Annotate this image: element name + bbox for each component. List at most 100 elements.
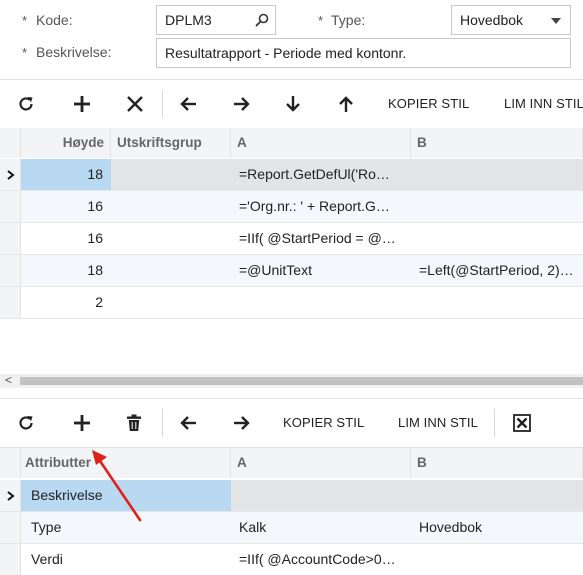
- excel-export-icon: [513, 414, 531, 432]
- cell-hoyde[interactable]: 16: [21, 191, 111, 222]
- plus-icon: [74, 96, 90, 112]
- row-selector[interactable]: [0, 512, 21, 543]
- cell-b[interactable]: =Left(@StartPeriod, 2)…: [411, 255, 583, 286]
- cell-b[interactable]: [411, 544, 583, 575]
- row-selector[interactable]: [0, 287, 21, 318]
- arrow-right-icon: [234, 97, 250, 111]
- row-selector[interactable]: [0, 159, 21, 190]
- column-header-b[interactable]: B: [411, 128, 583, 158]
- table-row[interactable]: 18 =@UnitText =Left(@StartPeriod, 2)…: [0, 255, 583, 287]
- cell-a[interactable]: =@UnitText: [231, 255, 411, 286]
- arrow-left-icon: [180, 416, 196, 430]
- row-selector[interactable]: [0, 191, 21, 222]
- cell-utskriftsgrup[interactable]: [111, 223, 231, 254]
- required-marker: *: [318, 13, 324, 28]
- toolbar-separator: [494, 409, 495, 437]
- table-row[interactable]: 2: [0, 287, 583, 319]
- column-header-utskriftsgrup[interactable]: Utskriftsgrup: [111, 128, 231, 158]
- refresh-button[interactable]: [14, 92, 38, 116]
- row-selector-header: [0, 128, 21, 158]
- move-left-button[interactable]: [176, 92, 200, 116]
- cancel-button[interactable]: [123, 92, 147, 116]
- cell-hoyde[interactable]: 18: [21, 159, 111, 190]
- type-value: Hovedbok: [460, 12, 524, 28]
- cell-utskriftsgrup[interactable]: [111, 255, 231, 286]
- row-selector[interactable]: [0, 255, 21, 286]
- cell-a[interactable]: =IIf( @AccountCode>0…: [231, 544, 411, 575]
- column-header-hoyde[interactable]: Høyde: [21, 128, 111, 158]
- beskrivelse-field[interactable]: Resultatrapport - Periode med kontonr.: [156, 38, 571, 68]
- move-right-button[interactable]: [230, 92, 254, 116]
- arrow-up-icon: [339, 96, 353, 112]
- table-row[interactable]: Verdi =IIf( @AccountCode>0…: [0, 544, 583, 575]
- cell-b[interactable]: Hovedbok: [411, 512, 583, 543]
- add-attribute-button[interactable]: [70, 411, 94, 435]
- kode-field[interactable]: DPLM3: [156, 5, 276, 35]
- cell-a[interactable]: [231, 287, 411, 318]
- beskrivelse-label: Beskrivelse:: [36, 44, 112, 60]
- move-right-button[interactable]: [230, 411, 254, 435]
- cell-utskriftsgrup[interactable]: [111, 159, 231, 190]
- horizontal-scrollbar[interactable]: <: [0, 373, 583, 388]
- type-select[interactable]: Hovedbok: [451, 5, 571, 35]
- trash-icon: [127, 414, 141, 431]
- cell-hoyde[interactable]: 2: [21, 287, 111, 318]
- table-row[interactable]: 18 =Report.GetDefUl('Ro…: [0, 159, 583, 191]
- column-header-a[interactable]: A: [231, 128, 411, 158]
- type-label: Type:: [331, 12, 366, 28]
- copy-style-button[interactable]: KOPIER STIL: [388, 96, 469, 111]
- cell-hoyde[interactable]: 18: [21, 255, 111, 286]
- cell-b[interactable]: [411, 159, 583, 190]
- column-header-a[interactable]: A: [231, 448, 411, 478]
- row-selector[interactable]: [0, 544, 21, 575]
- cell-b[interactable]: [411, 287, 583, 318]
- toolbar-separator: [162, 90, 163, 118]
- copy-style-button[interactable]: KOPIER STIL: [283, 415, 364, 430]
- beskrivelse-value: Resultatrapport - Periode med kontonr.: [165, 45, 407, 61]
- refresh-button[interactable]: [14, 411, 38, 435]
- scroll-left-button[interactable]: <: [5, 373, 12, 387]
- required-marker: *: [22, 13, 28, 28]
- move-down-button[interactable]: [281, 92, 305, 116]
- toolbar-separator: [162, 409, 163, 437]
- grid1-toolbar: KOPIER STIL LIM INN STIL: [0, 79, 583, 129]
- move-up-button[interactable]: [334, 92, 358, 116]
- cell-b[interactable]: [411, 480, 583, 511]
- cell-b[interactable]: [411, 191, 583, 222]
- paste-style-button[interactable]: LIM INN STIL: [398, 415, 478, 430]
- annotation-arrow: [92, 450, 142, 522]
- cell-hoyde[interactable]: 16: [21, 223, 111, 254]
- arrow-left-icon: [180, 97, 196, 111]
- export-excel-button[interactable]: [510, 411, 534, 435]
- cell-utskriftsgrup[interactable]: [111, 287, 231, 318]
- close-icon: [127, 96, 143, 112]
- row-selector[interactable]: [0, 480, 21, 511]
- column-header-b[interactable]: B: [411, 448, 583, 478]
- cell-a[interactable]: Kalk: [231, 512, 411, 543]
- cell-b[interactable]: [411, 223, 583, 254]
- paste-style-button[interactable]: LIM INN STIL: [504, 96, 583, 111]
- scrollbar-thumb[interactable]: [20, 377, 583, 385]
- delete-button[interactable]: [122, 411, 146, 435]
- add-button[interactable]: [70, 92, 94, 116]
- cell-a[interactable]: =Report.GetDefUl('Ro…: [231, 159, 411, 190]
- cell-utskriftsgrup[interactable]: [111, 191, 231, 222]
- cell-a[interactable]: =IIf( @StartPeriod = @…: [231, 223, 411, 254]
- kode-value: DPLM3: [165, 12, 212, 28]
- chevron-right-icon: [7, 491, 15, 501]
- move-left-button[interactable]: [176, 411, 200, 435]
- row-selector[interactable]: [0, 223, 21, 254]
- search-icon[interactable]: [255, 13, 269, 27]
- table-row[interactable]: 16 =IIf( @StartPeriod = @…: [0, 223, 583, 255]
- cell-a[interactable]: ='Org.nr.: ' + Report.G…: [231, 191, 411, 222]
- cell-attributt[interactable]: Verdi: [21, 544, 231, 575]
- refresh-icon: [19, 416, 33, 430]
- table-row[interactable]: 16 ='Org.nr.: ' + Report.G…: [0, 191, 583, 223]
- chevron-right-icon: [7, 170, 15, 180]
- cell-a[interactable]: [231, 480, 411, 511]
- refresh-icon: [19, 97, 33, 111]
- chevron-down-icon: [551, 18, 561, 24]
- layout-grid: Høyde Utskriftsgrup A B 18 =Report.GetDe…: [0, 128, 583, 374]
- arrow-down-icon: [286, 96, 300, 112]
- required-marker: *: [22, 45, 28, 60]
